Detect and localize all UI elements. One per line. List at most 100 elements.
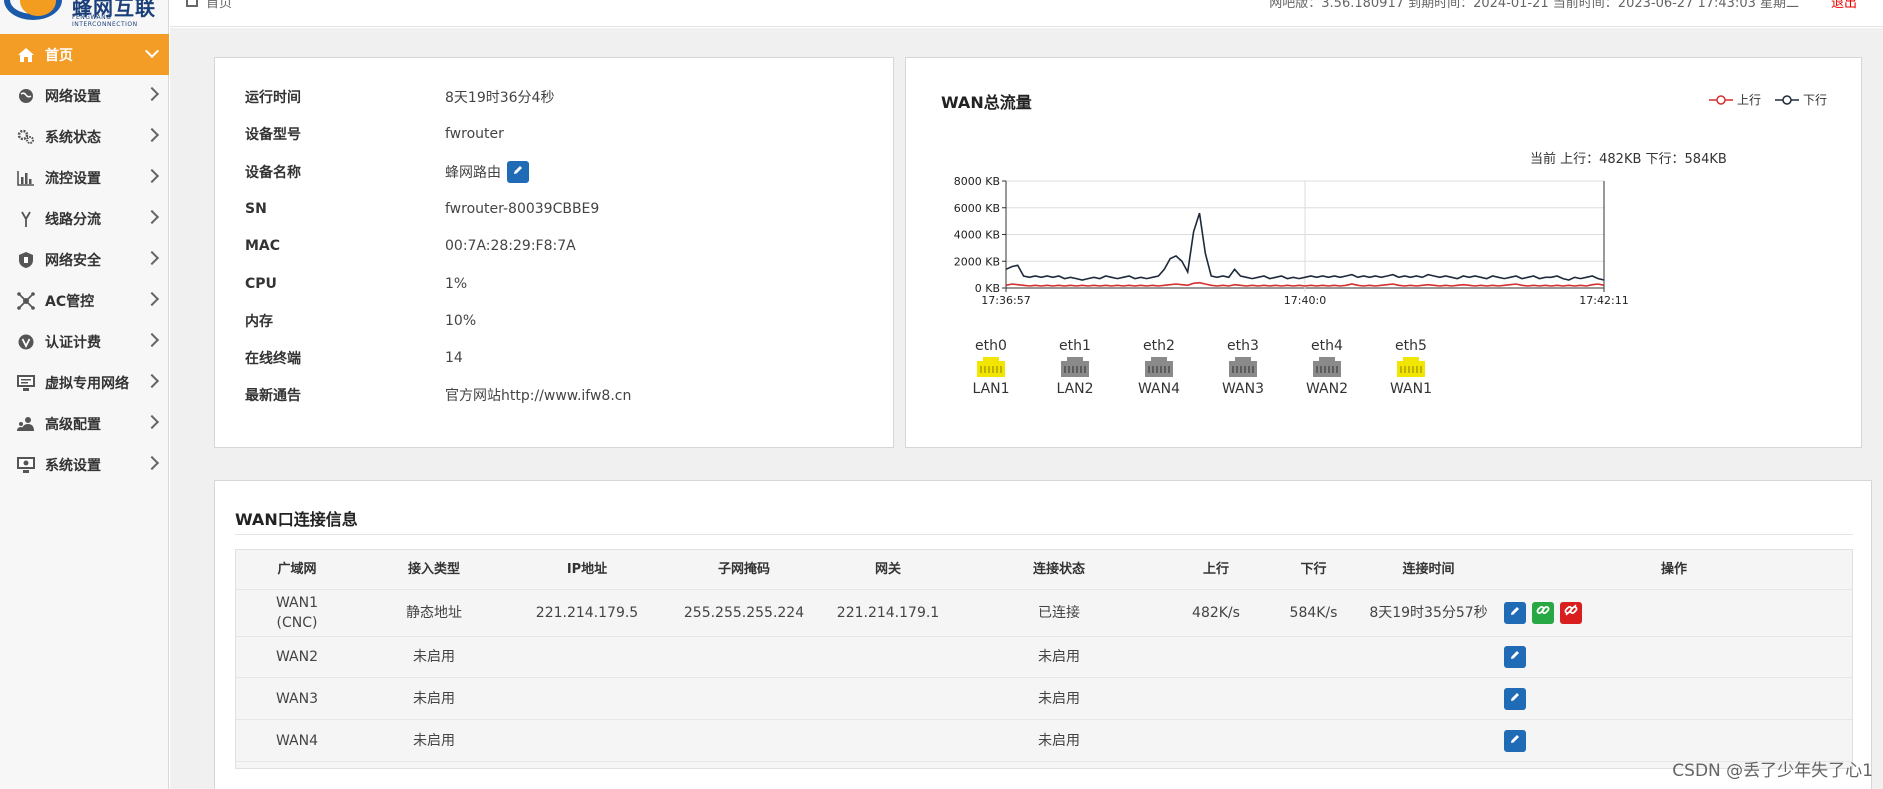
edit-wan-button[interactable] — [1504, 687, 1526, 710]
cell-actions — [1504, 678, 1704, 719]
sysinfo-row: 内存 10% — [245, 311, 476, 331]
sysinfo-value: fwrouter — [445, 126, 504, 143]
sidebar-item-6[interactable]: AC管控 — [0, 280, 169, 321]
legend-down[interactable]: 下行 — [1774, 91, 1827, 108]
sidebar-item-1[interactable]: 网络设置 — [0, 75, 169, 116]
column-header: IP地址 — [566, 561, 608, 577]
cell-up — [1166, 720, 1266, 761]
cell-wan: WAN1 (CNC) — [275, 595, 319, 631]
sysinfo-value-wrap: 14 — [445, 350, 463, 366]
column-header: 操作 — [1660, 561, 1687, 577]
sysinfo-row: 设备型号 fwrouter — [245, 124, 504, 144]
table-row: WAN2 未启用 未启用 — [236, 637, 1852, 678]
port-eth4[interactable]: eth4 WAN2 — [1299, 338, 1355, 397]
shield-icon — [15, 249, 37, 271]
monitor-icon — [15, 372, 37, 394]
home-icon — [186, 0, 198, 7]
sidebar-item-0[interactable]: 首页 — [0, 34, 169, 75]
legend-up[interactable]: 上行 — [1708, 91, 1761, 108]
sidebar-item-8[interactable]: 虚拟专用网络 — [0, 362, 169, 403]
cell-wan: WAN3 — [275, 690, 319, 707]
port-eth5[interactable]: eth5 WAN1 — [1383, 338, 1439, 397]
port-label: WAN4 — [1137, 381, 1181, 397]
sysinfo-key: 最新通告 — [245, 388, 301, 405]
edit-icon — [1509, 647, 1521, 667]
ethernet-port-icon — [977, 357, 1005, 377]
sidebar-item-label: 系统设置 — [45, 457, 101, 474]
cell-mask — [664, 678, 824, 719]
y-tick-label: 8000 KB — [954, 175, 1000, 188]
sysinfo-key: 设备型号 — [245, 127, 301, 144]
legend-up-marker — [1708, 94, 1733, 105]
logout-link[interactable]: 退出 — [1831, 0, 1857, 11]
port-label: WAN1 — [1389, 381, 1433, 397]
column-header: 子网掩码 — [717, 561, 770, 577]
sidebar: 蜂网互联 FENGWANG INTERCONNECTION 首页 网络设置 系统状态… — [0, 0, 169, 789]
sidebar-item-label: 系统状态 — [45, 129, 101, 146]
connect-wan-button[interactable] — [1532, 602, 1554, 624]
chevron-down-icon — [144, 43, 160, 59]
bar-chart-icon — [15, 167, 37, 189]
column-header: 连接状态 — [1032, 561, 1085, 577]
sidebar-item-3[interactable]: 流控设置 — [0, 157, 169, 198]
port-eth2[interactable]: eth2 WAN4 — [1131, 338, 1187, 397]
port-eth0[interactable]: eth0 LAN1 — [963, 338, 1019, 397]
sysinfo-key: MAC — [245, 238, 281, 255]
sidebar-item-9[interactable]: 高级配置 — [0, 403, 169, 444]
port-name: eth5 — [1395, 338, 1427, 354]
x-tick-label: 17:42:11 — [1579, 294, 1628, 307]
watermark: CSDN @丢了少年失了心1 — [1672, 761, 1873, 781]
cell-time — [1361, 678, 1496, 719]
ethernet-port-icon — [1229, 357, 1257, 377]
breadcrumb-label[interactable]: 首页 — [206, 0, 232, 11]
edit-wan-button[interactable] — [1504, 602, 1526, 624]
sysinfo-key: 运行时间 — [245, 90, 301, 106]
cell-type: 未启用 — [413, 732, 455, 749]
sysinfo-row: CPU 1% — [245, 274, 467, 294]
cell-time — [1361, 720, 1496, 761]
disconnect-wan-button[interactable] — [1560, 602, 1582, 624]
breadcrumb: 首页 — [186, 0, 232, 11]
port-status-row: eth0 LAN1 eth1 LAN2 eth2 WAN4 eth3 WAN3 eth4 WAN2… — [963, 338, 1439, 397]
port-eth1[interactable]: eth1 LAN2 — [1047, 338, 1103, 397]
sidebar-item-5[interactable]: 网络安全 — [0, 239, 169, 280]
cell-up: 482K/s — [1192, 605, 1240, 621]
main-content: 运行时间 8天19时36分4秒 设备型号 fwrouter 设备名称 蜂网路由 SN fwro… — [170, 28, 1883, 789]
cell-ip: 221.214.179.5 — [535, 605, 639, 621]
cell-status: 未启用 — [1038, 732, 1080, 749]
port-name: eth3 — [1227, 338, 1259, 354]
edit-wan-button[interactable] — [1504, 646, 1526, 668]
sysinfo-value: 1% — [445, 275, 468, 292]
port-eth3[interactable]: eth3 WAN3 — [1215, 338, 1271, 397]
cell-down — [1266, 678, 1361, 719]
edit-device-name-button[interactable] — [507, 160, 529, 183]
column-header: 上行 — [1202, 561, 1229, 577]
users-icon — [15, 413, 37, 435]
sysinfo-value-wrap: fwrouter — [445, 126, 504, 142]
column-header: 广域网 — [277, 561, 317, 577]
sidebar-item-7[interactable]: 认证计费 — [0, 321, 169, 362]
sysinfo-value: fwrouter-80039CBBE9 — [445, 200, 600, 217]
traffic-chart: 8000 KB6000 KB4000 KB2000 KB0 KB17:36:57… — [954, 175, 1629, 307]
sysinfo-key: CPU — [245, 275, 277, 292]
ethernet-port-icon — [1397, 357, 1425, 377]
sysinfo-value-wrap: 10% — [445, 313, 476, 329]
brand-subtitle: FENGWANG INTERCONNECTION — [72, 14, 138, 28]
sidebar-item-2[interactable]: 系统状态 — [0, 116, 169, 157]
cell-type: 未启用 — [413, 649, 455, 665]
sidebar-item-4[interactable]: 线路分流 — [0, 198, 169, 239]
top-bar: 首页 网吧版：3.56.180917 到期时间：2024-01-21 当前时间：… — [170, 0, 1883, 27]
chevron-right-icon — [144, 86, 160, 102]
sysinfo-value: 蜂网路由 — [445, 164, 501, 181]
sidebar-item-10[interactable]: 系统设置 — [0, 444, 169, 485]
globe-icon — [15, 85, 37, 107]
ethernet-port-icon — [1145, 357, 1173, 377]
sysinfo-value-wrap: fwrouter-80039CBBE9 — [445, 201, 599, 217]
port-name: eth2 — [1143, 338, 1175, 354]
edit-icon — [1509, 603, 1521, 623]
gears-icon — [15, 126, 37, 148]
cell-gw: 221.214.179.1 — [836, 605, 940, 621]
port-label: LAN1 — [972, 381, 1010, 397]
edit-wan-button[interactable] — [1504, 729, 1526, 752]
cell-down — [1266, 720, 1361, 761]
